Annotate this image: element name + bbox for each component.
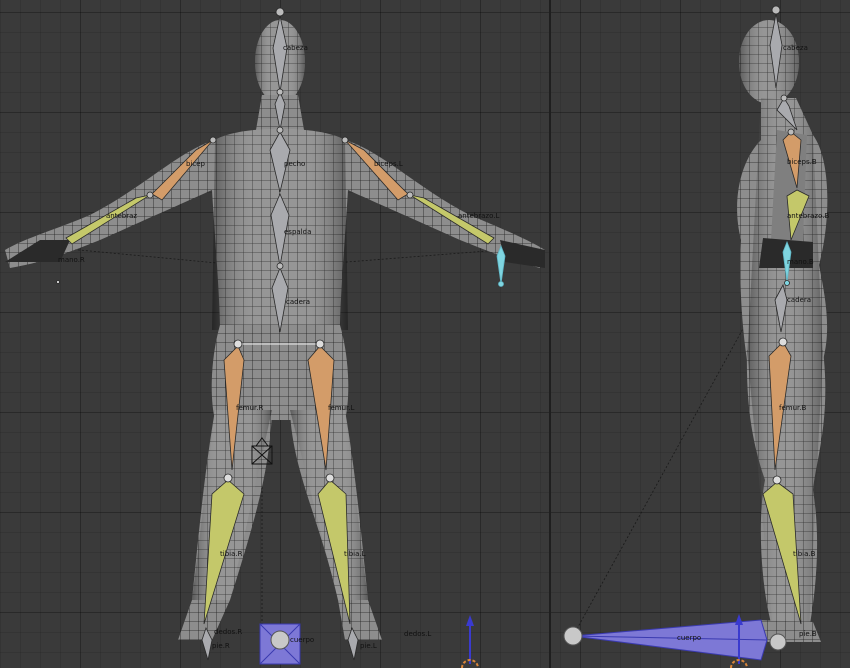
side-view-pane[interactable]: cabeza biceps.B antebrazo.B mano.B cader… [551, 0, 850, 668]
label-pie-side: pie.B [799, 630, 817, 638]
label-tibia-side: tibia.B [793, 550, 816, 558]
bone-cuerpo-root-side[interactable] [563, 619, 787, 661]
label-cuerpo: cuerpo [290, 636, 315, 644]
label-mano-side: mano.B [787, 258, 814, 266]
3d-viewport[interactable]: cabeza pecho espalda cadera bicep biceps… [0, 0, 850, 668]
label-espalda: espalda [284, 228, 312, 236]
label-pie-r: pie.R [212, 642, 230, 650]
label-femur-r: femur.R [236, 404, 264, 412]
label-pecho: pecho [284, 160, 306, 168]
label-antebrazo-r: antebraz [106, 212, 138, 220]
label-femur-l: femur.L [328, 404, 355, 412]
body-mesh[interactable] [5, 20, 545, 640]
bone-cuerpo-root[interactable] [259, 623, 301, 665]
label-biceps-r: bicep [186, 160, 205, 168]
label-pie-l: pie.L [360, 642, 377, 650]
label-dedos-r: dedos.R [214, 628, 243, 636]
front-view-pane[interactable]: cabeza pecho espalda cadera bicep biceps… [0, 0, 549, 668]
label-dedos-l: dedos.L [404, 630, 432, 638]
label-antebrazo-side: antebrazo.B [787, 212, 830, 220]
label-cadera-side: cadera [787, 296, 812, 304]
label-femur-side: femur.B [779, 404, 807, 412]
label-cabeza-side: cabeza [783, 44, 808, 52]
label-antebrazo-l: antebrazo.L [458, 212, 500, 220]
label-biceps-side: biceps.B [787, 158, 817, 166]
label-mano-r: mano.R [58, 256, 85, 264]
label-biceps-l: biceps.L [374, 160, 403, 168]
label-tibia-l: tibia.L [344, 550, 366, 558]
label-tibia-r: tibia.R [220, 550, 243, 558]
label-cabeza: cabeza [283, 44, 308, 52]
label-cadera: cadera [286, 298, 311, 306]
label-cuerpo-side: cuerpo [677, 634, 702, 642]
transform-axis-gizmo[interactable] [466, 615, 474, 664]
